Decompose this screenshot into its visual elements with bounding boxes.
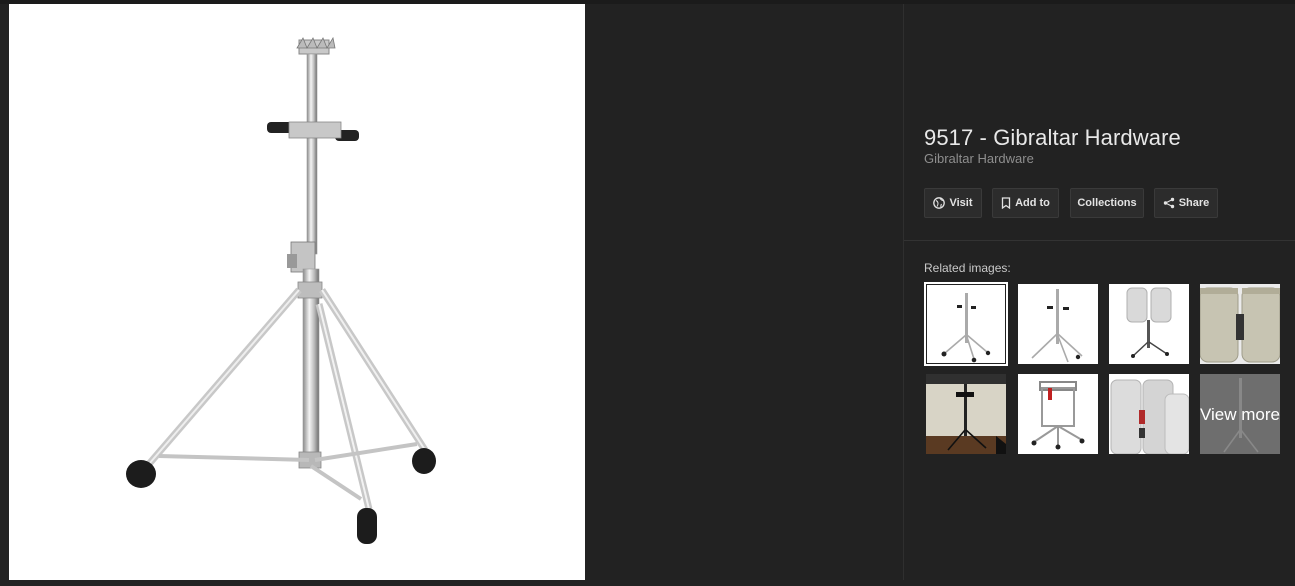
section-separator xyxy=(904,240,1295,241)
congas-on-stand-image xyxy=(1109,284,1189,364)
stand-in-room-image xyxy=(926,374,1006,454)
image-source[interactable]: Gibraltar Hardware xyxy=(924,151,1284,167)
related-thumb-4[interactable] xyxy=(1200,284,1280,364)
conga-stand-image xyxy=(126,36,436,544)
panel-divider xyxy=(903,4,904,580)
conga-closeup-image xyxy=(1200,284,1280,364)
related-thumb-3[interactable] xyxy=(1109,284,1189,364)
related-images-label: Related images: xyxy=(924,261,1011,275)
share-label: Share xyxy=(1178,197,1210,209)
add-to-button[interactable]: Add to xyxy=(992,188,1059,218)
image-viewer-panel: 9517 - Gibraltar Hardware Gibraltar Hard… xyxy=(0,0,1295,586)
related-thumb-2[interactable] xyxy=(1018,284,1098,364)
visit-label: Visit xyxy=(949,197,973,209)
stand-thumb-image xyxy=(1018,284,1098,364)
add-to-label: Add to xyxy=(1015,197,1050,209)
related-thumb-7[interactable] xyxy=(1109,374,1189,454)
view-more-label: View more xyxy=(1200,404,1280,424)
visit-button[interactable]: Visit xyxy=(924,188,982,218)
stand-thumb-image xyxy=(927,285,1005,363)
bookmark-icon xyxy=(1001,197,1011,209)
conga-pair-image xyxy=(1109,374,1189,454)
main-image-preview[interactable] xyxy=(9,4,585,580)
globe-icon xyxy=(933,197,946,209)
share-icon xyxy=(1163,197,1174,209)
related-thumb-5[interactable] xyxy=(926,374,1006,454)
image-info: 9517 - Gibraltar Hardware Gibraltar Hard… xyxy=(924,124,1284,167)
collections-button[interactable]: Collections xyxy=(1070,188,1144,218)
collections-label: Collections xyxy=(1077,197,1137,209)
share-button[interactable]: Share xyxy=(1154,188,1218,218)
view-more-tile[interactable]: View more xyxy=(1200,374,1280,454)
related-thumb-6[interactable] xyxy=(1018,374,1098,454)
image-title[interactable]: 9517 - Gibraltar Hardware xyxy=(924,124,1284,151)
conga-cradle-image xyxy=(1018,374,1098,454)
related-thumb-1[interactable] xyxy=(924,282,1008,366)
